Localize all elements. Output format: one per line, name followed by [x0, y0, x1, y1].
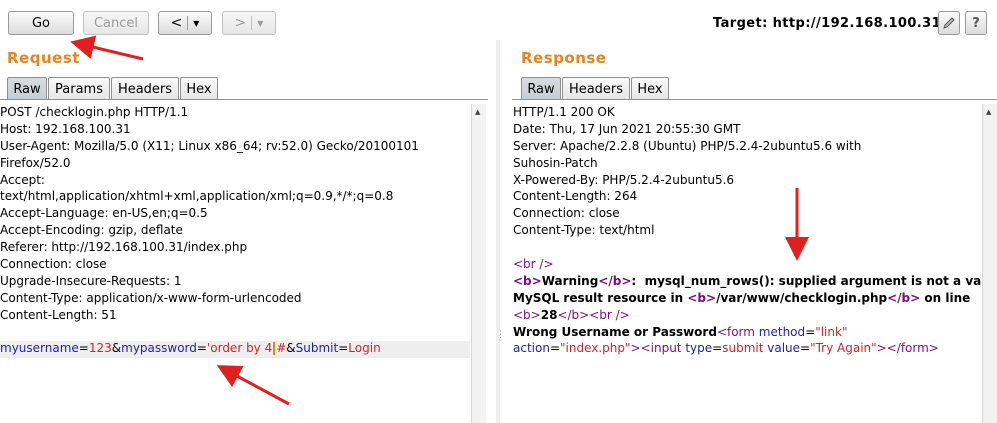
- response-title: Response: [521, 49, 607, 67]
- tab-request-hex[interactable]: Hex: [180, 77, 218, 100]
- back-arrow-icon: <: [170, 15, 183, 31]
- tab-response-hex[interactable]: Hex: [631, 77, 669, 100]
- pencil-icon: [943, 17, 955, 29]
- header-line: Content-Type: application/x-www-form-url…: [0, 290, 302, 305]
- header-line: Host: 192.168.100.31: [0, 121, 131, 136]
- header-line: Connection: close: [513, 206, 620, 221]
- header-line: X-Powered-By: PHP/5.2.4-2ubuntu5.6: [513, 172, 735, 187]
- header-line: Suhosin-Patch: [513, 155, 598, 170]
- help-button[interactable]: ?: [965, 11, 987, 35]
- header-line: Firefox/52.0: [0, 155, 71, 170]
- header-line: Server: Apache/2.2.8 (Ubuntu) PHP/5.2.4-…: [513, 138, 862, 153]
- response-tabs: Raw Headers Hex: [521, 77, 670, 100]
- header-line: Accept:: [0, 172, 45, 187]
- header-line: Referer: http://192.168.100.31/index.php: [0, 240, 248, 255]
- header-line: Content-Length: 51: [0, 307, 117, 322]
- scroll-up-icon[interactable]: ▲: [986, 108, 991, 116]
- header-line: text/html,application/xhtml+xml,applicat…: [0, 189, 394, 204]
- header-line: Accept-Language: en-US,en;q=0.5: [0, 206, 208, 221]
- target-label: Target: http://192.168.100.31: [713, 16, 942, 31]
- request-tabs: Raw Params Headers Hex: [7, 77, 219, 100]
- tab-request-raw[interactable]: Raw: [7, 77, 47, 100]
- header-line: POST /checklogin.php HTTP/1.1: [0, 105, 189, 119]
- cancel-label: Cancel: [93, 15, 139, 31]
- header-line: Date: Thu, 17 Jun 2021 20:55:30 GMT: [513, 121, 741, 136]
- header-line: Upgrade-Insecure-Requests: 1: [0, 273, 182, 288]
- header-line: User-Agent: Mozilla/5.0 (X11; Linux x86_…: [0, 138, 419, 153]
- go-button[interactable]: Go: [8, 11, 74, 35]
- back-dropdown-icon[interactable]: ▼: [193, 19, 199, 28]
- help-icon: ?: [972, 15, 980, 31]
- panel-splitter[interactable]: ⋮: [496, 40, 505, 423]
- response-editor[interactable]: HTTP/1.1 200 OK Date: Thu, 17 Jun 2021 20…: [513, 104, 981, 423]
- response-scrollbar[interactable]: ▲: [982, 104, 997, 423]
- forward-button[interactable]: > ▼: [222, 11, 276, 35]
- annotation-arrow-go: [70, 35, 144, 61]
- forward-dropdown-icon[interactable]: ▼: [257, 19, 263, 28]
- forward-arrow-icon: >: [234, 15, 247, 31]
- header-line: Content-Length: 264: [513, 189, 638, 204]
- text-cursor: [273, 342, 276, 356]
- cancel-button[interactable]: Cancel: [83, 11, 149, 35]
- edit-target-button[interactable]: [938, 11, 960, 35]
- go-label: Go: [31, 15, 51, 31]
- header-line: Accept-Encoding: gzip, deflate: [0, 223, 183, 238]
- request-editor[interactable]: POST /checklogin.php HTTP/1.1 Host: 192.1…: [0, 104, 470, 423]
- header-line: HTTP/1.1 200 OK: [513, 105, 615, 119]
- request-title: Request: [7, 49, 80, 67]
- splitter-grip-icon: ⋮: [496, 330, 505, 340]
- tab-response-raw[interactable]: Raw: [521, 77, 561, 100]
- scroll-up-icon[interactable]: ▲: [475, 108, 480, 116]
- tab-request-headers[interactable]: Headers: [111, 77, 179, 100]
- header-line: Content-Type: text/html: [513, 223, 655, 238]
- request-scrollbar[interactable]: ▲: [471, 104, 486, 423]
- header-line: Connection: close: [0, 257, 107, 272]
- back-button[interactable]: < ▼: [158, 11, 212, 35]
- request-body-line: myusername=123&mypassword='order by 4 #&S…: [0, 341, 381, 356]
- tab-response-headers[interactable]: Headers: [562, 77, 630, 100]
- tab-request-params[interactable]: Params: [48, 77, 110, 100]
